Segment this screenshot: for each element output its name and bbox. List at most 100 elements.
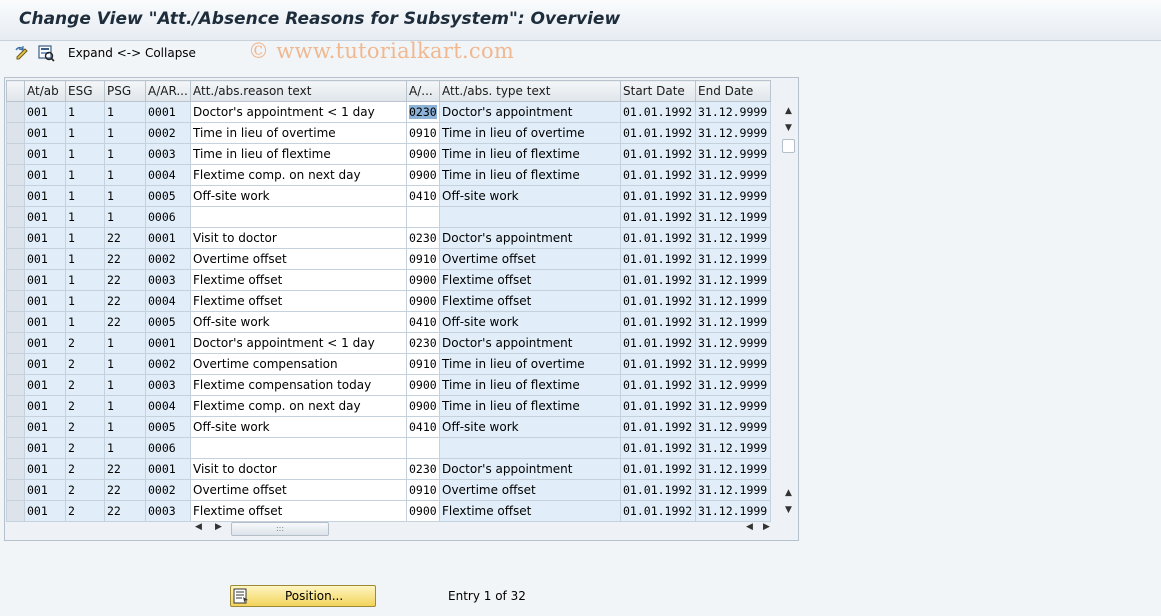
cell-reason-text[interactable]: Flextime offset [190,500,407,522]
row-selector[interactable] [6,353,25,375]
cell-reason-text[interactable]: Flextime compensation today [190,374,407,396]
horizontal-scrollbar[interactable]: ◀ ▶ ::: ◀ ▶ [193,520,773,537]
cell-reason-text[interactable]: Off-site work [190,416,407,438]
scrollbar-thumb[interactable]: ::: [231,522,329,536]
cell-abs-type[interactable]: 0900 [406,269,440,291]
cell-psg: 1 [104,353,146,375]
row-selector[interactable] [6,311,25,333]
cell-abs-type[interactable]: 0230 [406,458,440,480]
cell-reason-text[interactable]: Flextime comp. on next day [190,164,407,186]
scroll-right-end-icon[interactable]: ▶ [763,522,770,532]
row-selector[interactable] [6,248,25,270]
row-selector[interactable] [6,227,25,249]
cell-abs-type[interactable]: 0410 [406,311,440,333]
cell-abs-type[interactable]: 0900 [406,500,440,522]
select-all-icon[interactable] [37,44,55,62]
column-header[interactable]: Att./abs.reason text [190,80,407,102]
vertical-scrollbar[interactable]: ▲ ▼ ▲ ▼ [780,80,797,520]
column-header[interactable]: Att./abs. type text [439,80,621,102]
table-row: 001 2 22 0003 Flextime offset 0900 Flextime of… [6,500,771,522]
row-selector[interactable] [6,416,25,438]
cell-esg: 1 [65,311,105,333]
cell-abs-type[interactable]: 0900 [406,164,440,186]
column-header[interactable]: A/... [406,80,440,102]
row-selector[interactable] [6,395,25,417]
row-selector[interactable] [6,164,25,186]
page-up-icon[interactable]: ▲ [780,485,797,501]
column-header[interactable]: ESG [65,80,105,102]
cell-reason-text[interactable]: Off-site work [190,311,407,333]
selected-cell-value[interactable]: 0230 [409,105,437,119]
cell-reason-text[interactable]: Overtime compensation [190,353,407,375]
cell-abs-type[interactable]: 0910 [406,122,440,144]
row-selector[interactable] [6,122,25,144]
cell-reason-text[interactable]: Visit to doctor [190,458,407,480]
cell-at-ab: 001 [24,437,66,459]
select-all-rows-header[interactable] [6,80,25,102]
cell-abs-type[interactable]: 0910 [406,248,440,270]
cell-start-date: 01.01.1992 [620,374,696,396]
cell-type-text: Flextime offset [439,290,621,312]
cell-start-date: 01.01.1992 [620,416,696,438]
row-selector[interactable] [6,185,25,207]
cell-end-date: 31.12.1999 [695,290,771,312]
cell-reason-text[interactable] [190,437,407,459]
expand-collapse-button[interactable]: Expand <-> Collapse [68,46,196,60]
row-selector[interactable] [6,269,25,291]
row-selector[interactable] [6,500,25,522]
scroll-up-icon[interactable]: ▲ [780,103,797,119]
cell-reason-text[interactable]: Flextime offset [190,290,407,312]
cell-abs-type[interactable] [406,206,440,228]
column-header[interactable]: At/ab [24,80,66,102]
cell-reason-text[interactable]: Visit to doctor [190,227,407,249]
scroll-right-icon[interactable]: ▶ [215,522,222,532]
cell-type-text [439,437,621,459]
row-selector[interactable] [6,101,25,123]
cell-abs-type[interactable]: 0900 [406,143,440,165]
cell-reason-text[interactable]: Doctor's appointment < 1 day [190,332,407,354]
cell-reason-text[interactable]: Overtime offset [190,248,407,270]
column-header[interactable]: PSG [104,80,146,102]
cell-abs-type[interactable]: 0900 [406,395,440,417]
cell-abs-type[interactable]: 0410 [406,185,440,207]
cell-type-text: Flextime offset [439,269,621,291]
cell-abs-type[interactable] [406,437,440,459]
scroll-left-end-icon[interactable]: ◀ [746,522,753,532]
row-selector[interactable] [6,143,25,165]
column-header[interactable]: A/AR... [145,80,191,102]
cell-reason-text[interactable]: Time in lieu of flextime [190,143,407,165]
cell-at-ab: 001 [24,311,66,333]
cell-abs-type[interactable]: 0900 [406,374,440,396]
page-down-icon[interactable]: ▼ [780,502,797,518]
scroll-down-icon[interactable]: ▼ [780,120,797,136]
cell-abs-type[interactable]: 0230 [406,101,440,123]
row-selector[interactable] [6,206,25,228]
cell-reason-text[interactable]: Off-site work [190,185,407,207]
cell-reason-text[interactable]: Overtime offset [190,479,407,501]
cell-abs-type[interactable]: 0230 [406,227,440,249]
scrollbar-thumb[interactable] [782,139,795,153]
change-display-icon[interactable] [14,44,32,62]
position-button[interactable]: Position... [230,585,376,607]
row-selector[interactable] [6,290,25,312]
row-selector[interactable] [6,437,25,459]
column-header[interactable]: End Date [695,80,771,102]
cell-reason-text[interactable]: Doctor's appointment < 1 day [190,101,407,123]
cell-abs-type[interactable]: 0910 [406,479,440,501]
cell-abs-type[interactable]: 0900 [406,290,440,312]
cell-reason-text[interactable]: Flextime offset [190,269,407,291]
cell-reason-text[interactable]: Flextime comp. on next day [190,395,407,417]
cell-reason-text[interactable] [190,206,407,228]
cell-reason-text[interactable]: Time in lieu of overtime [190,122,407,144]
cell-abs-type[interactable]: 0230 [406,332,440,354]
cell-a-ar: 0001 [145,458,191,480]
row-selector[interactable] [6,374,25,396]
row-selector[interactable] [6,479,25,501]
cell-abs-type[interactable]: 0410 [406,416,440,438]
scroll-left-icon[interactable]: ◀ [195,522,202,532]
column-header[interactable]: Start Date [620,80,696,102]
row-selector[interactable] [6,332,25,354]
cell-abs-type[interactable]: 0910 [406,353,440,375]
row-selector[interactable] [6,458,25,480]
table-control: At/ab ESG PSG A/AR... Att./abs.reason te… [4,77,799,541]
